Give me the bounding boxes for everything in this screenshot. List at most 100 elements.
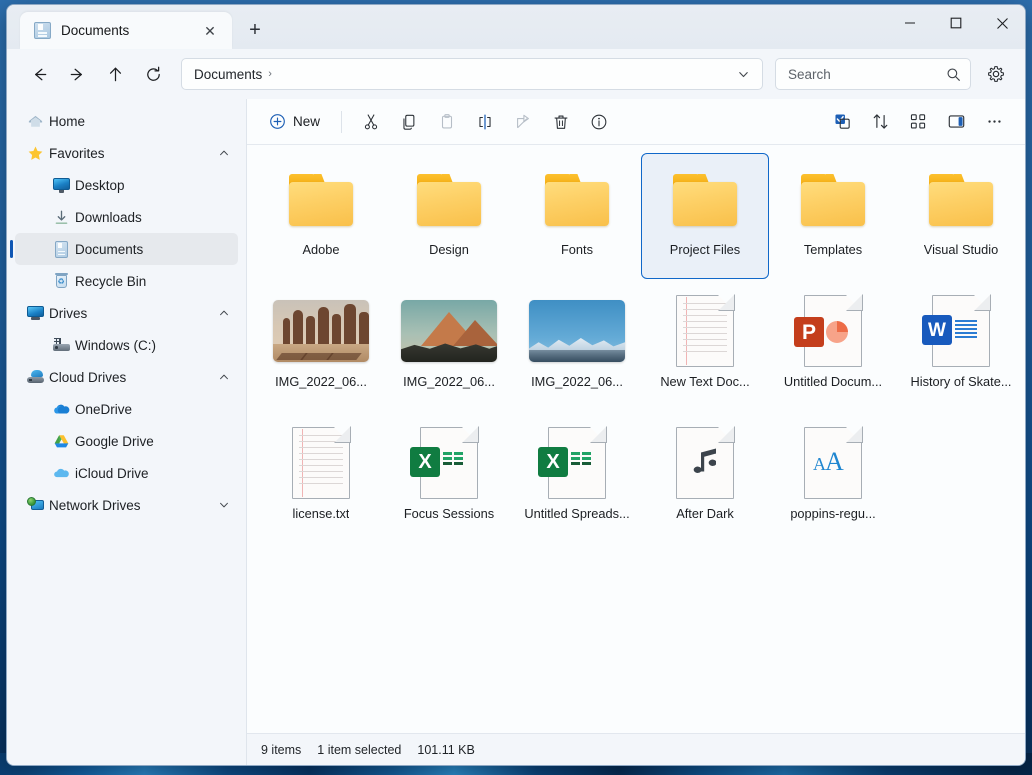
- sidebar-item-recycle-bin[interactable]: ♻ Recycle Bin: [15, 265, 238, 297]
- file-item-after-dark[interactable]: After Dark: [641, 417, 769, 543]
- share-button[interactable]: [504, 106, 542, 138]
- file-item-history-of-skate[interactable]: W History of Skate...: [897, 285, 1025, 411]
- sidebar-item-windows-c[interactable]: Windows (C:): [15, 329, 238, 361]
- sidebar-item-cloud-drives[interactable]: Cloud Drives: [15, 361, 238, 393]
- chevron-up-icon[interactable]: [214, 147, 230, 159]
- gear-icon[interactable]: [979, 57, 1013, 91]
- navigation-sidebar[interactable]: Home Favorites Desktop Downloads Documen…: [7, 99, 246, 765]
- sidebar-item-google-drive[interactable]: Google Drive: [15, 425, 238, 457]
- search-input[interactable]: Search: [775, 58, 971, 90]
- paste-button[interactable]: [428, 106, 466, 138]
- file-item-fonts[interactable]: Fonts: [513, 153, 641, 279]
- file-item-license-txt[interactable]: license.txt: [257, 417, 385, 543]
- file-item-focus-sessions[interactable]: X Focus Sessions: [385, 417, 513, 543]
- file-name: Untitled Docum...: [783, 374, 883, 389]
- sidebar-item-label: Google Drive: [75, 433, 154, 449]
- close-tab-icon[interactable]: ✕: [198, 19, 222, 43]
- sidebar-item-home[interactable]: Home: [15, 105, 238, 137]
- folder-icon: [401, 162, 497, 236]
- file-explorer-window: Documents ✕ + Documents › Search Home Fa…: [6, 4, 1026, 766]
- search-icon[interactable]: [946, 67, 961, 82]
- file-item-templates[interactable]: Templates: [769, 153, 897, 279]
- chevron-down-icon[interactable]: [214, 499, 230, 511]
- file-item-poppins-regular[interactable]: AA poppins-regu...: [769, 417, 897, 543]
- minimize-icon[interactable]: [887, 5, 933, 41]
- file-name: Fonts: [560, 242, 593, 257]
- file-item-project-files[interactable]: Project Files: [641, 153, 769, 279]
- file-name: Design: [429, 242, 469, 257]
- chevron-down-icon[interactable]: [733, 68, 754, 81]
- file-item-design[interactable]: Design: [385, 153, 513, 279]
- excel-file-icon: X: [529, 426, 625, 500]
- delete-button[interactable]: [542, 106, 580, 138]
- sidebar-item-label: Favorites: [49, 145, 105, 161]
- file-item-untitled-spreadsheet[interactable]: X Untitled Spreads...: [513, 417, 641, 543]
- tab-strip: Documents ✕ +: [7, 5, 272, 49]
- documents-icon: [47, 240, 75, 258]
- breadcrumb[interactable]: Documents: [194, 67, 262, 82]
- address-bar: Documents › Search: [7, 49, 1025, 99]
- tab-documents[interactable]: Documents ✕: [20, 12, 232, 49]
- select-all-button[interactable]: [823, 106, 861, 138]
- sidebar-item-label: Downloads: [75, 209, 142, 225]
- view-grid-icon[interactable]: [899, 106, 937, 138]
- sidebar-item-label: Drives: [49, 305, 88, 321]
- folder-icon: [273, 162, 369, 236]
- file-list-scroll-area[interactable]: Adobe Design Fonts Project Files Templat…: [247, 145, 1025, 733]
- maximize-icon[interactable]: [933, 5, 979, 41]
- file-item-adobe[interactable]: Adobe: [257, 153, 385, 279]
- refresh-icon[interactable]: [135, 57, 171, 91]
- file-item-img-3[interactable]: IMG_2022_06...: [513, 285, 641, 411]
- item-count: 9 items: [261, 742, 302, 757]
- sidebar-item-network-drives[interactable]: Network Drives: [15, 489, 238, 521]
- icloud-icon: [47, 464, 75, 482]
- file-name: IMG_2022_06...: [531, 374, 623, 389]
- new-tab-button[interactable]: +: [238, 13, 272, 47]
- sidebar-item-icloud-drive[interactable]: iCloud Drive: [15, 457, 238, 489]
- sidebar-item-downloads[interactable]: Downloads: [15, 201, 238, 233]
- sidebar-item-drives[interactable]: Drives: [15, 297, 238, 329]
- new-button[interactable]: New: [261, 107, 331, 137]
- back-arrow-icon[interactable]: [21, 57, 57, 91]
- file-item-new-text-document[interactable]: New Text Doc...: [641, 285, 769, 411]
- folder-icon: [657, 162, 753, 236]
- details-pane-icon[interactable]: [937, 106, 975, 138]
- photo-thumbnail: [273, 294, 369, 368]
- cut-button[interactable]: [352, 106, 390, 138]
- document-icon: [34, 22, 51, 39]
- chevron-up-icon[interactable]: [214, 371, 230, 383]
- file-name: Focus Sessions: [403, 506, 495, 521]
- window-body: Home Favorites Desktop Downloads Documen…: [7, 99, 1025, 765]
- window-controls: [887, 5, 1025, 41]
- rename-button[interactable]: [466, 106, 504, 138]
- status-bar: 9 items 1 item selected 101.11 KB: [247, 733, 1025, 765]
- close-icon[interactable]: [979, 5, 1025, 41]
- file-item-untitled-document[interactable]: P Untitled Docum...: [769, 285, 897, 411]
- sidebar-item-label: Desktop: [75, 177, 125, 193]
- sidebar-item-desktop[interactable]: Desktop: [15, 169, 238, 201]
- file-name: After Dark: [676, 506, 734, 521]
- sidebar-item-documents[interactable]: Documents: [10, 233, 238, 265]
- sidebar-item-label: OneDrive: [75, 401, 133, 417]
- copy-button[interactable]: [390, 106, 428, 138]
- file-item-img-1[interactable]: IMG_2022_06...: [257, 285, 385, 411]
- ellipsis-icon[interactable]: [975, 106, 1013, 138]
- sidebar-item-label: Recycle Bin: [75, 273, 147, 289]
- text-file-icon: [273, 426, 369, 500]
- up-arrow-icon[interactable]: [97, 57, 133, 91]
- sidebar-item-onedrive[interactable]: OneDrive: [15, 393, 238, 425]
- properties-button[interactable]: [580, 106, 618, 138]
- sidebar-item-favorites[interactable]: Favorites: [15, 137, 238, 169]
- plus-circle-icon: [269, 113, 286, 130]
- new-button-label: New: [293, 114, 321, 129]
- sort-button[interactable]: [861, 106, 899, 138]
- file-name: Project Files: [669, 242, 741, 257]
- address-breadcrumb-field[interactable]: Documents ›: [181, 58, 763, 90]
- file-item-visual-studio[interactable]: Visual Studio: [897, 153, 1025, 279]
- folder-icon: [529, 162, 625, 236]
- chevron-up-icon[interactable]: [214, 307, 230, 319]
- file-item-img-2[interactable]: IMG_2022_06...: [385, 285, 513, 411]
- forward-arrow-icon[interactable]: [59, 57, 95, 91]
- tab-title: Documents: [61, 23, 130, 38]
- excel-file-icon: X: [401, 426, 497, 500]
